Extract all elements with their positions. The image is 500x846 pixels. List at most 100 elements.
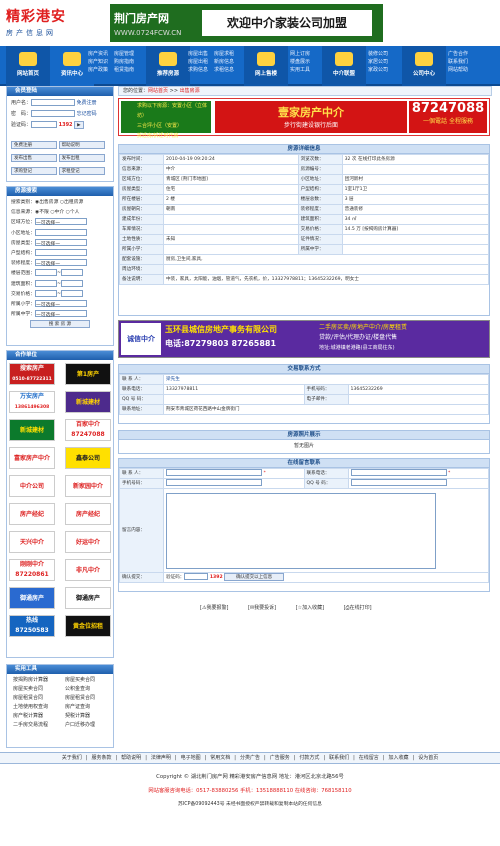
tool-link[interactable]: 公积金查询 — [65, 685, 113, 694]
radio-agent[interactable]: 中介 — [55, 210, 65, 215]
nav-col-4[interactable]: 房屋出售 房屋出租 求购信息 — [188, 50, 208, 74]
radio-personal[interactable]: 个人 — [70, 210, 80, 215]
tool-link[interactable]: 按揭购房计算器 — [13, 676, 61, 685]
help-button[interactable]: 帮助说明 — [58, 141, 105, 149]
footer-link[interactable]: 广告服务 — [270, 755, 290, 761]
community-input[interactable] — [35, 228, 87, 236]
tool-link[interactable]: 户口迁移办理 — [65, 721, 113, 730]
partner-ad-4[interactable]: 新城建材 — [65, 391, 111, 413]
footer-link[interactable]: 服务条款 — [91, 755, 111, 761]
radio-any[interactable]: 不限 — [39, 210, 49, 215]
search-button[interactable]: 搜 索 房 源 — [30, 320, 90, 329]
favorite-button[interactable]: [☆加入收藏] — [296, 605, 324, 611]
report-button[interactable]: [⚠我要报警] — [200, 605, 228, 611]
post-sale-button[interactable]: 发布出售 — [11, 154, 57, 162]
nav-col-6[interactable]: 网上订房 楼盘展示 实用工具 — [290, 50, 310, 74]
footer-link[interactable]: 加入收藏 — [389, 755, 409, 761]
tool-link[interactable]: 房屋买卖合同 — [13, 685, 61, 694]
partner-ad-17[interactable]: 御通房产 — [9, 587, 55, 609]
nav-col-7[interactable]: 装修公司 家居公司 家政公司 — [368, 50, 388, 74]
breadcrumb-current[interactable]: 出售房源 — [180, 88, 200, 94]
decoration-select[interactable]: —可选择— — [35, 259, 87, 267]
footer-link[interactable]: 法律声明 — [151, 755, 171, 761]
msg-captcha-input[interactable] — [184, 573, 209, 580]
partner-ad-13[interactable]: 天兴中介 — [9, 531, 55, 553]
nav-agents[interactable]: 中介联盟 — [322, 46, 366, 86]
partner-ad-6[interactable]: 百家中介 87247088 — [65, 419, 111, 441]
footer-link[interactable]: 分类广告 — [240, 755, 260, 761]
partner-ad-12[interactable]: 房产经纪 — [65, 503, 111, 525]
tool-link[interactable]: 契税计算器 — [65, 712, 113, 721]
nav-online[interactable]: 网上售楼 — [244, 46, 288, 86]
price-min-input[interactable] — [35, 289, 57, 297]
captcha-input[interactable] — [31, 121, 58, 128]
partner-ad-3[interactable]: 万安房产 13861496308 — [9, 391, 55, 413]
partner-ad-8[interactable]: 鑫泰公司 — [65, 447, 111, 469]
floor-max-input[interactable] — [61, 269, 84, 277]
want-rent-button[interactable]: 求租登记 — [58, 167, 105, 175]
size-min-input[interactable] — [35, 279, 57, 287]
nav-col-2[interactable]: 房屋管理 购房指南 租赁指南 — [114, 50, 134, 74]
site-logo[interactable]: 精彩港安 房产信息网 — [6, 6, 106, 42]
post-rent-button[interactable]: 发布出租 — [58, 154, 105, 162]
partner-ad-9[interactable]: 中介公司 — [9, 475, 55, 497]
tool-link[interactable]: 二手房交易流程 — [13, 721, 61, 730]
partner-ad-11[interactable]: 房产经纪 — [9, 503, 55, 525]
partner-ad-5[interactable]: 新城建材 — [9, 419, 55, 441]
footer-link[interactable]: 关于我们 — [62, 755, 82, 761]
partner-ad-18[interactable]: 御通房产 — [65, 587, 111, 609]
area-select[interactable]: —可选择— — [35, 218, 87, 226]
size-max-input[interactable] — [61, 279, 84, 287]
footer-link[interactable]: 付款方式 — [299, 755, 319, 761]
main-ad-banner[interactable]: 求购以下房源：安置小区（立体坊） 三合坪小区（安置） 拆迁房/拆迁时代房 壹家房产中… — [118, 98, 490, 139]
house-type-select[interactable]: —可选择— — [35, 238, 87, 247]
login-button[interactable]: ▶ — [74, 121, 84, 129]
msg-tel-input[interactable] — [350, 469, 447, 476]
register-button[interactable]: 免费注册 — [11, 141, 57, 149]
complain-button[interactable]: [✉我要投诉] — [248, 605, 276, 611]
floor-min-input[interactable] — [35, 269, 57, 277]
breadcrumb-home[interactable]: 网站首页 — [148, 88, 168, 94]
footer-link[interactable]: 常用文档 — [210, 755, 230, 761]
partner-ad-10[interactable]: 新家园中介 — [65, 475, 111, 497]
partner-ad-15[interactable]: 刚刚中介 87220861 — [9, 559, 55, 581]
nav-col-8[interactable]: 广告合作 联系我们 网站帮助 — [448, 50, 468, 74]
partner-ad-7[interactable]: 富家房产中介 — [9, 447, 55, 469]
password-input[interactable] — [31, 110, 76, 117]
tool-link[interactable]: 土地使用权查询 — [13, 703, 61, 712]
footer-link[interactable]: 电子地图 — [181, 755, 201, 761]
tool-link[interactable]: 房产税计算器 — [13, 712, 61, 721]
msg-qq-input[interactable] — [350, 479, 447, 486]
partner-ad-20[interactable]: 黄金位招租 — [65, 615, 111, 637]
school-select[interactable]: —可选择— — [35, 300, 87, 308]
footer-link[interactable]: 联系我们 — [329, 755, 349, 761]
mid-ad-banner[interactable]: 诚信中介 玉环县城信房地产事务有限公司 电话:87279803 87265881 … — [118, 320, 490, 358]
forgot-link[interactable]: 忘记密码 — [77, 111, 97, 117]
msg-content-textarea[interactable] — [166, 492, 436, 569]
nav-home[interactable]: 网站首页 — [6, 46, 50, 86]
tool-link[interactable]: 房屋买卖合同 — [65, 676, 113, 685]
msg-name-input[interactable] — [166, 469, 262, 476]
want-buy-button[interactable]: 求购登记 — [11, 167, 57, 175]
partner-ad-2[interactable]: 第1房产 — [65, 363, 111, 385]
radio-sale[interactable]: 出售房源 — [39, 200, 58, 205]
tool-link[interactable]: 房屋租赁合同 — [65, 694, 113, 703]
footer-link[interactable]: 帮助说明 — [121, 755, 141, 761]
radio-rent[interactable]: 出租房源 — [64, 200, 83, 205]
midschool-select[interactable]: —可选择— — [35, 310, 87, 318]
nav-company[interactable]: 公司中心 — [402, 46, 446, 86]
layout-select[interactable] — [35, 249, 87, 257]
footer-link[interactable]: 设为首页 — [418, 755, 438, 761]
msg-mobile-input[interactable] — [166, 479, 262, 486]
price-max-input[interactable] — [61, 289, 84, 297]
partner-ad-19[interactable]: 热线 87250583 — [9, 615, 55, 637]
nav-recommend[interactable]: 推荐房源 — [146, 46, 190, 86]
submit-message-button[interactable]: 确认提交以上信息 — [224, 573, 285, 581]
footer-link[interactable]: 在线留言 — [359, 755, 379, 761]
tool-link[interactable]: 房屋租赁合同 — [13, 694, 61, 703]
partner-ad-1[interactable]: 搜索房产 0510-87722311 — [9, 363, 55, 385]
tool-link[interactable]: 房产证查询 — [65, 703, 113, 712]
username-input[interactable] — [31, 99, 76, 106]
nav-col-5[interactable]: 房屋求租 新房信息 求租信息 — [214, 50, 234, 74]
print-button[interactable]: [⎙在线打印] — [344, 605, 372, 611]
